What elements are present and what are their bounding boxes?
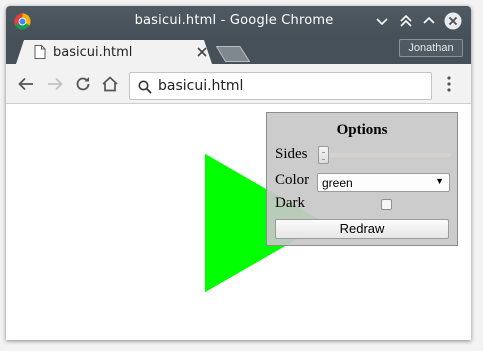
- menu-dots-icon[interactable]: [444, 75, 454, 93]
- chrome-logo-icon: [14, 13, 31, 30]
- window-title: basicui.html - Google Chrome: [134, 13, 334, 28]
- minimize-chevron-icon[interactable]: [373, 12, 391, 30]
- page-content: Options Sides Color green ▼ Dark Redraw: [6, 105, 471, 340]
- close-window-button[interactable]: [444, 12, 462, 30]
- color-select[interactable]: green ▼: [317, 173, 450, 192]
- title-bar: basicui.html - Google Chrome: [6, 6, 471, 36]
- browser-window: basicui.html - Google Chrome basicui.htm…: [6, 6, 471, 340]
- color-label: Color: [275, 172, 310, 188]
- close-tab-icon[interactable]: [196, 46, 208, 58]
- home-icon[interactable]: [101, 75, 119, 93]
- dark-checkbox[interactable]: [381, 199, 392, 210]
- sides-label: Sides: [275, 146, 308, 162]
- options-title: Options: [336, 122, 388, 138]
- search-icon: [138, 80, 152, 94]
- back-arrow-icon[interactable]: [17, 75, 35, 93]
- toolbar: basicui.html: [6, 64, 471, 104]
- tab-basicui[interactable]: basicui.html: [16, 40, 212, 64]
- new-tab-button[interactable]: [216, 46, 250, 62]
- maximize-double-chevron-icon[interactable]: [397, 12, 415, 30]
- tab-strip: basicui.html Jonathan: [6, 36, 471, 64]
- forward-arrow-icon[interactable]: [46, 75, 64, 93]
- restore-chevron-icon[interactable]: [420, 12, 438, 30]
- redraw-button[interactable]: Redraw: [275, 219, 449, 239]
- dark-label: Dark: [275, 195, 305, 211]
- tab-title: basicui.html: [53, 45, 133, 60]
- address-bar[interactable]: basicui.html: [129, 72, 432, 100]
- sides-slider-thumb[interactable]: [318, 146, 329, 164]
- dropdown-arrow-icon: ▼: [435, 176, 444, 186]
- reload-icon[interactable]: [74, 75, 92, 93]
- profile-button[interactable]: Jonathan: [399, 39, 463, 57]
- options-panel: Options Sides Color green ▼ Dark Redraw: [266, 112, 458, 246]
- color-select-value: green: [322, 176, 353, 190]
- document-icon: [34, 45, 46, 59]
- url-text: basicui.html: [158, 78, 244, 94]
- sides-slider-track[interactable]: [323, 153, 451, 157]
